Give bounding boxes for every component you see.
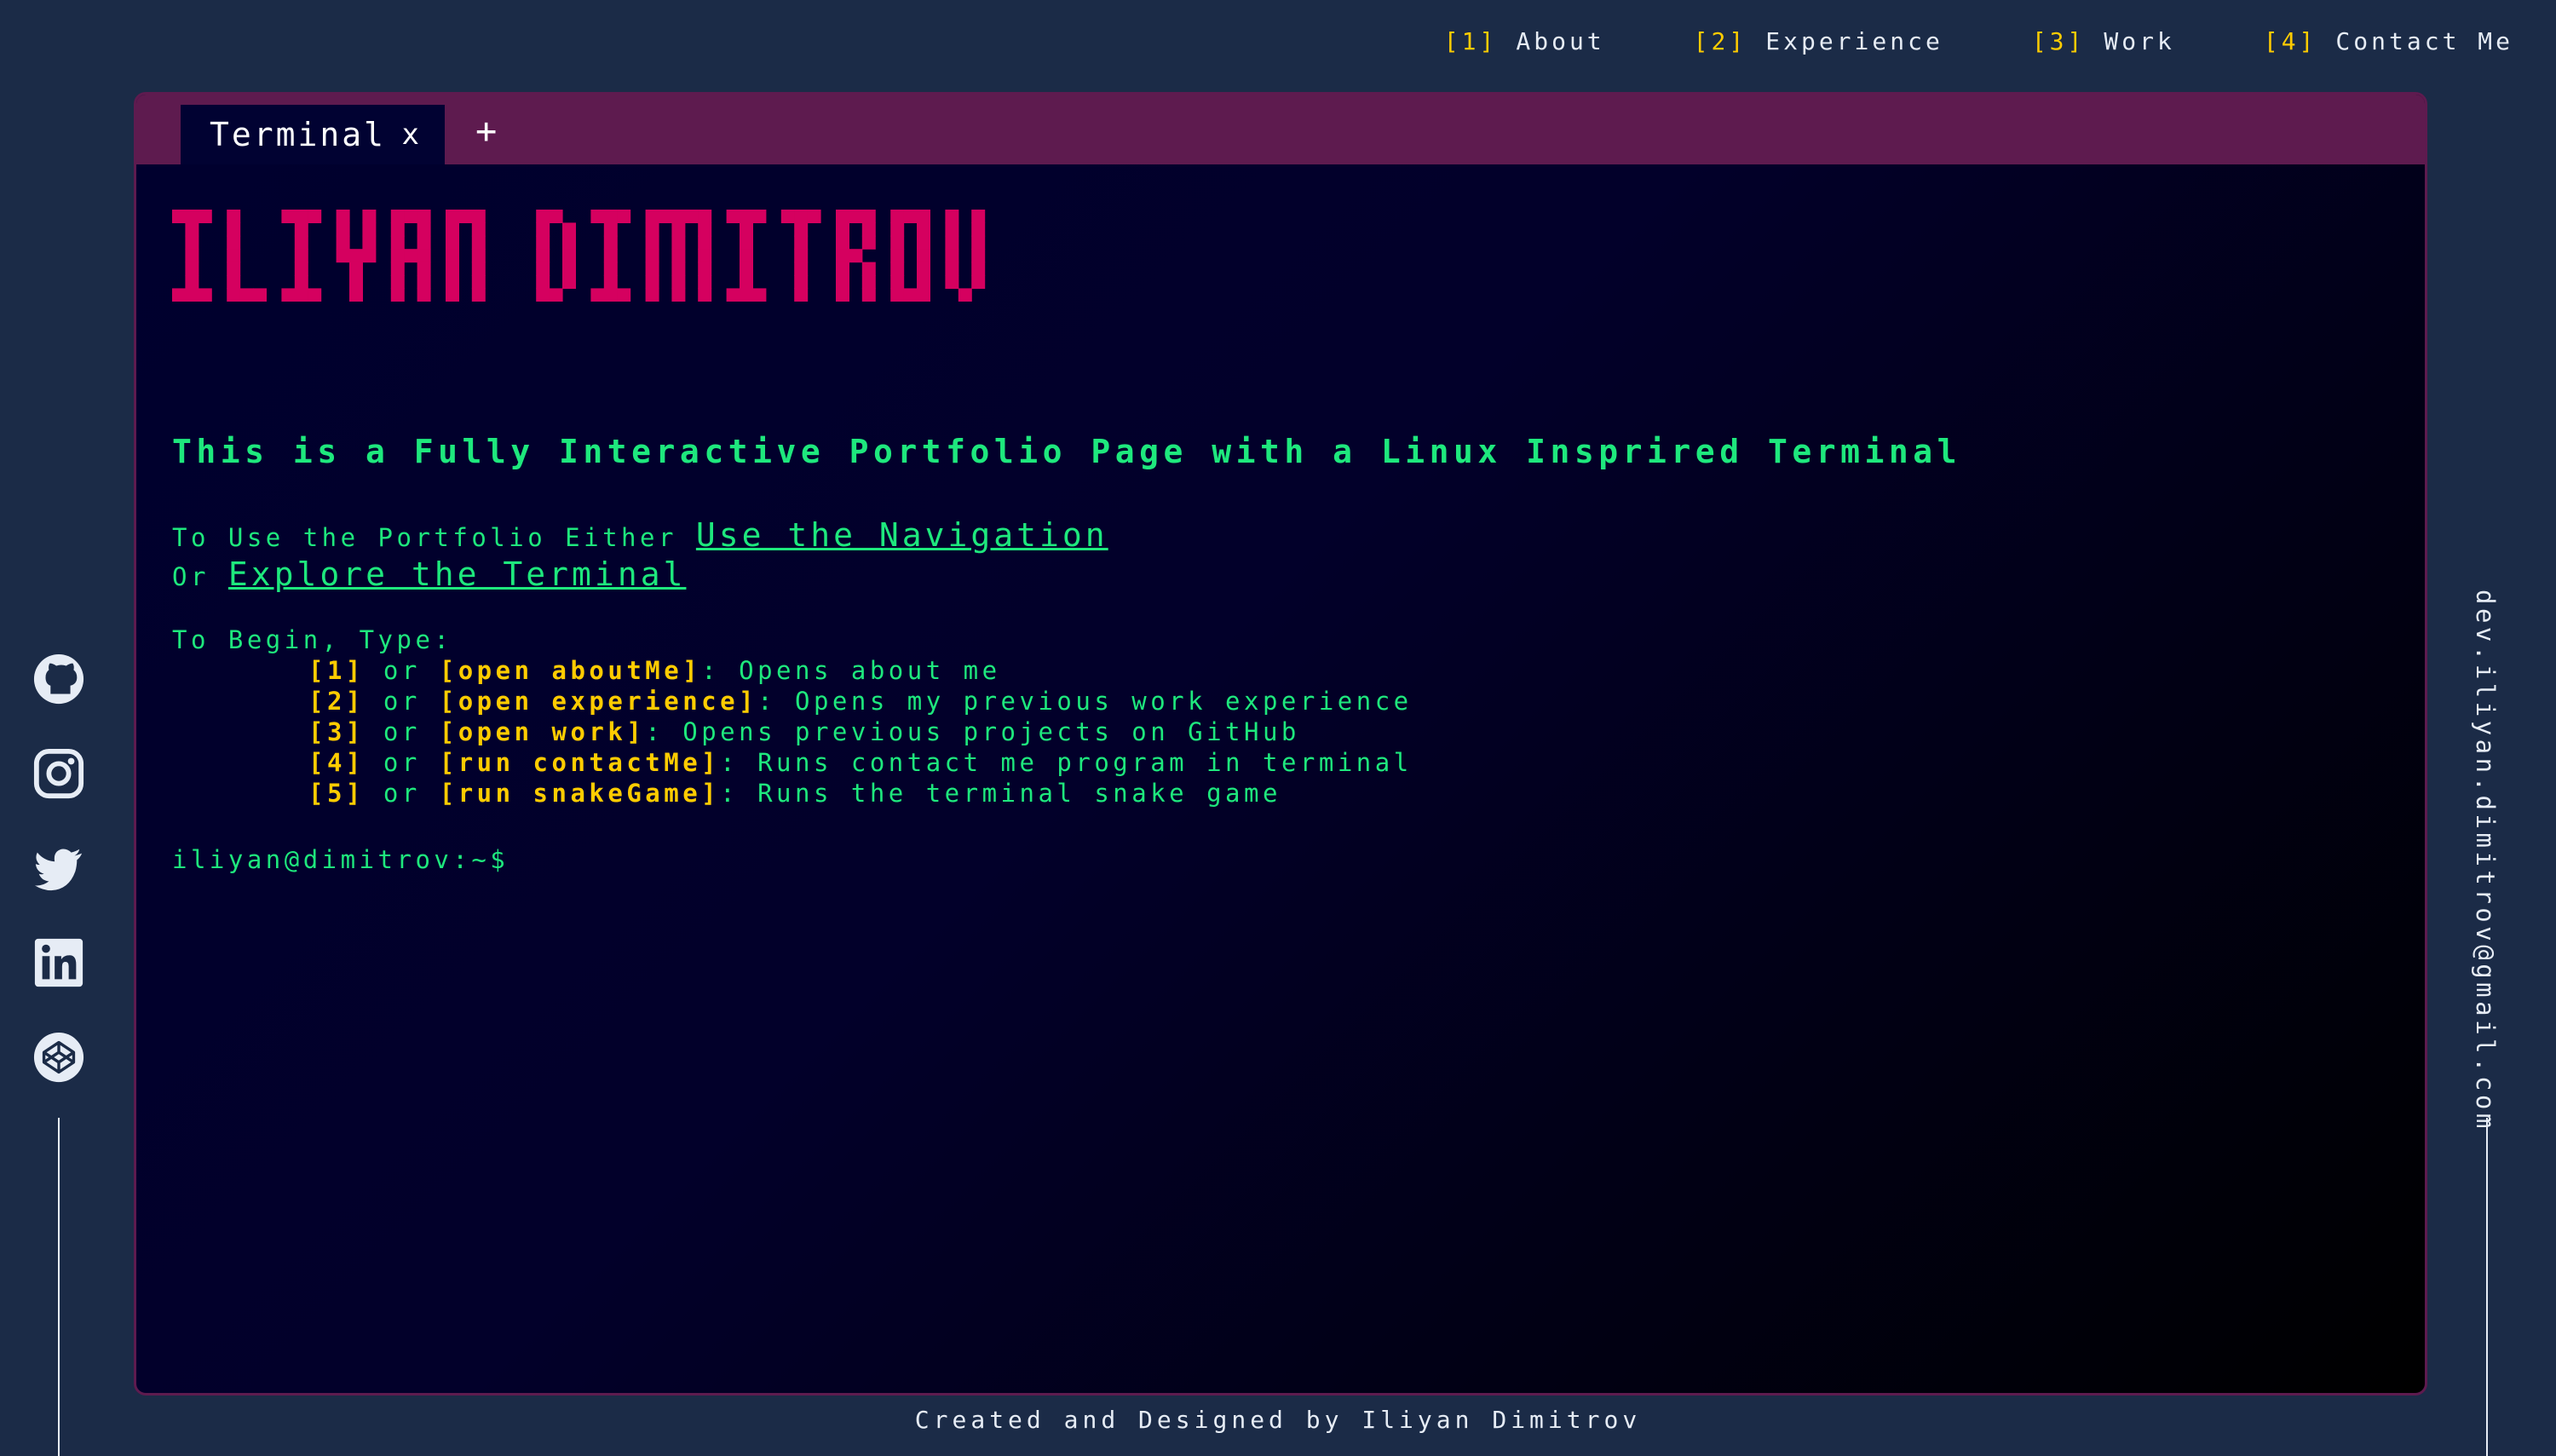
command-key: [4] <box>308 748 365 777</box>
command-name: [open work] <box>439 717 646 746</box>
command-key: [1] <box>308 656 365 685</box>
add-tab-button[interactable]: + <box>475 110 497 152</box>
tab-terminal[interactable]: Terminal x <box>181 105 445 164</box>
terminal-prompt[interactable]: iliyan@dimitrov:~$ <box>172 845 509 874</box>
command-description: : Runs contact me program in terminal <box>720 748 1413 777</box>
twitter-icon[interactable] <box>32 842 85 895</box>
nav-item-contact[interactable]: [4] Contact Me <box>2264 27 2513 55</box>
social-links <box>32 653 85 1084</box>
intro-text: Or <box>172 562 210 591</box>
command-description: : Opens my previous work experience <box>757 687 1413 716</box>
command-row: [1] or [open aboutMe]: Opens about me <box>172 656 1001 685</box>
begin-text: To Begin, Type: <box>172 625 453 654</box>
linkedin-icon[interactable] <box>32 936 85 989</box>
explore-terminal-link[interactable]: Explore the Terminal <box>228 555 687 593</box>
nav-item-about[interactable]: [1] About <box>1444 27 1605 55</box>
nav-item-experience[interactable]: [2] Experience <box>1694 27 1943 55</box>
nav-label: About <box>1516 27 1605 55</box>
codepen-icon[interactable] <box>32 1031 85 1084</box>
command-description: : Opens previous projects on GitHub <box>645 717 1300 746</box>
nav-item-work[interactable]: [3] Work <box>2032 27 2175 55</box>
command-key: [5] <box>308 779 365 808</box>
command-or: or <box>383 748 421 777</box>
command-description: : Runs the terminal snake game <box>720 779 1281 808</box>
nav-label: Experience <box>1765 27 1943 55</box>
command-name: [run snakeGame] <box>439 779 721 808</box>
close-tab-button[interactable]: x <box>402 118 419 152</box>
command-row: [2] or [open experience]: Opens my previ… <box>172 687 1413 716</box>
intro-line-2: Or Explore the Terminal <box>172 555 686 593</box>
use-navigation-link[interactable]: Use the Navigation <box>696 516 1108 554</box>
command-key: [3] <box>308 717 365 746</box>
nav-number: [2] <box>1693 27 1747 55</box>
terminal-window: Terminal x + This is a Fully Interactive… <box>134 92 2427 1396</box>
command-row: [3] or [open work]: Opens previous proje… <box>172 717 1300 746</box>
intro-text: To Use the Portfolio Either <box>172 523 677 552</box>
nav-number: [3] <box>2031 27 2086 55</box>
command-or: or <box>383 779 421 808</box>
intro-line-1: To Use the Portfolio Either Use the Navi… <box>172 516 1108 554</box>
email-link[interactable]: dev.iliyan.dimitrov@gmail.com <box>2471 590 2500 1132</box>
nav-label: Contact Me <box>2335 27 2513 55</box>
command-name: [open experience] <box>439 687 758 716</box>
command-name: [open aboutMe] <box>439 656 702 685</box>
command-or: or <box>383 687 421 716</box>
command-row: [4] or [run contactMe]: Runs contact me … <box>172 748 1413 777</box>
command-or: or <box>383 656 421 685</box>
name-logo <box>172 210 986 302</box>
top-nav: [1] About [2] Experience [3] Work [4] Contac… <box>1444 27 2513 55</box>
page-subtitle: This is a Fully Interactive Portfolio Pa… <box>172 433 1961 470</box>
command-name: [run contactMe] <box>439 748 721 777</box>
footer-credit: Created and Designed by Iliyan Dimitrov <box>914 1406 1642 1434</box>
command-key: [2] <box>308 687 365 716</box>
nav-label: Work <box>2104 27 2175 55</box>
instagram-icon[interactable] <box>32 747 85 800</box>
nav-number: [1] <box>1443 27 1498 55</box>
command-description: : Opens about me <box>701 656 1001 685</box>
command-or: or <box>383 717 421 746</box>
tab-bar: Terminal x + <box>136 95 2425 164</box>
tab-title: Terminal <box>210 116 387 153</box>
nav-number: [4] <box>2263 27 2317 55</box>
terminal-content[interactable]: This is a Fully Interactive Portfolio Pa… <box>172 210 2391 874</box>
github-icon[interactable] <box>32 653 85 705</box>
command-row: [5] or [run snakeGame]: Runs the termina… <box>172 779 1281 808</box>
